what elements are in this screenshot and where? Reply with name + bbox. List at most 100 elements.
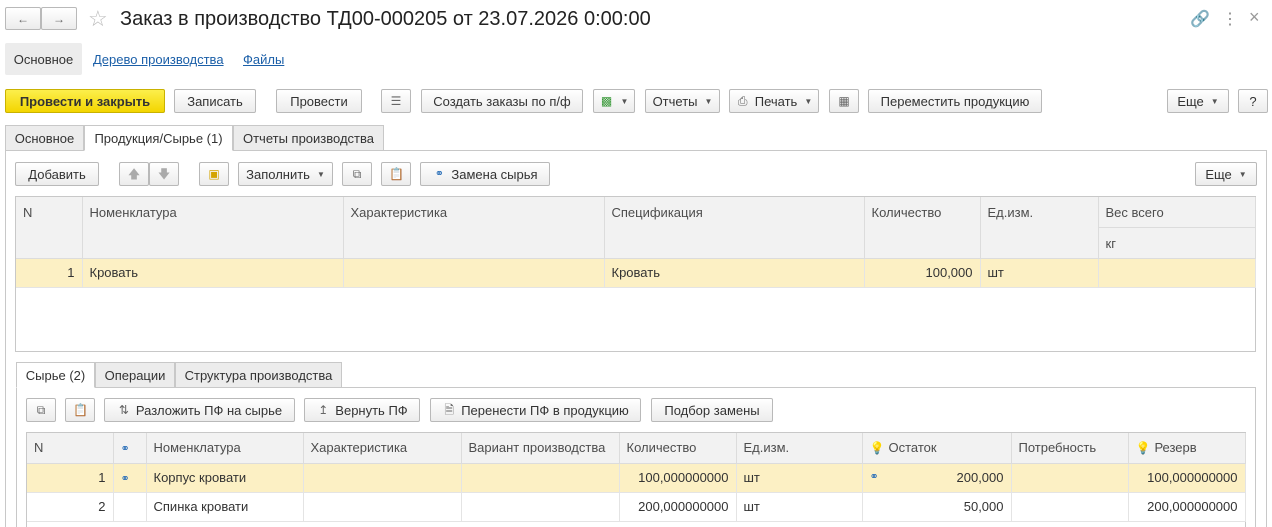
col-unit[interactable]: Ед.изм. [980, 197, 1099, 259]
create-based-on-button[interactable]: ▩ ▼ [593, 89, 635, 113]
row-item[interactable]: Кровать [82, 258, 344, 288]
sub-tab-structure[interactable]: Структура производства [175, 362, 342, 388]
fill-from-button[interactable]: ▣ [199, 162, 229, 186]
row-stock[interactable]: 50,000 [862, 492, 1012, 522]
link-icon[interactable]: 🔗 [1190, 9, 1210, 29]
sub-tab-structure-label: Структура производства [184, 367, 333, 383]
post-and-close-button[interactable]: Провести и закрыть [5, 89, 165, 113]
move-product-button[interactable]: Переместить продукцию [868, 89, 1042, 113]
sub-tab-operations[interactable]: Операции [95, 362, 175, 388]
col-reserve[interactable]: 💡 Резерв [1128, 433, 1246, 464]
col-quantity[interactable]: Количество [864, 197, 981, 259]
col-characteristic[interactable]: Характеристика [303, 433, 462, 464]
form-tab-reports[interactable]: Отчеты производства [233, 125, 384, 151]
move-up-button[interactable]: 🡅 [119, 162, 149, 186]
add-label: Добавить [28, 166, 86, 182]
page-title: Заказ в производство ТД00-000205 от 23.0… [120, 8, 651, 30]
back-button[interactable]: ← [5, 7, 41, 30]
row-number: 1 [27, 463, 114, 493]
fill-label: Заполнить [246, 166, 310, 182]
replace-raw-button[interactable]: ⚭ Замена сырья [420, 162, 550, 186]
add-button[interactable]: Добавить [15, 162, 99, 186]
row-reserve[interactable]: 100,000000000 [1128, 463, 1246, 493]
row-quantity[interactable]: 100,000000000 [619, 463, 737, 493]
col-weight[interactable]: Вес всего [1098, 197, 1256, 228]
table-row[interactable]: 2 Спинка кровати 200,000000000 шт 50,000… [27, 492, 1246, 522]
form-tab-products[interactable]: Продукция/Сырье (1) [84, 125, 233, 151]
row-variant[interactable] [461, 492, 620, 522]
row-item[interactable]: Корпус кровати [146, 463, 304, 493]
raw-paste-button[interactable]: 📋 [65, 398, 95, 422]
pick-replacement-label: Подбор замены [664, 402, 760, 418]
row-weight[interactable] [1098, 258, 1256, 288]
split-semi-button[interactable]: ⇅ Разложить ПФ на сырье [104, 398, 295, 422]
row-variant[interactable] [461, 463, 620, 493]
col-n[interactable]: N [16, 197, 83, 259]
copy-button[interactable]: ⧉ [342, 162, 372, 186]
create-orders-button[interactable]: Создать заказы по п/ф [421, 89, 583, 113]
col-n[interactable]: N [27, 433, 114, 464]
save-label: Записать [187, 93, 243, 109]
row-characteristic[interactable] [343, 258, 605, 288]
col-need[interactable]: Потребность [1011, 433, 1129, 464]
col-variant[interactable]: Вариант производства [461, 433, 620, 464]
row-specification[interactable]: Кровать [604, 258, 865, 288]
reports-button[interactable]: Отчеты ▼ [645, 89, 720, 113]
close-icon[interactable]: × [1249, 7, 1260, 28]
document-list-icon: ☰ [390, 94, 402, 108]
fill-button[interactable]: Заполнить ▼ [238, 162, 333, 186]
col-item[interactable]: Номенклатура [146, 433, 304, 464]
post-button[interactable]: Провести [276, 89, 362, 113]
row-item[interactable]: Спинка кровати [146, 492, 304, 522]
structure-button[interactable]: ▦ [829, 89, 859, 113]
forward-button[interactable]: → [41, 7, 77, 30]
row-stock[interactable]: ⚭ 200,000 [862, 463, 1012, 493]
print-button[interactable]: ⎙ Печать ▼ [729, 89, 819, 113]
paste-icon: 📋 [389, 167, 404, 181]
table-row[interactable]: 1 ⚭ Корпус кровати 100,000000000 шт ⚭ 200… [27, 463, 1246, 493]
row-quantity[interactable]: 200,000000000 [619, 492, 737, 522]
row-replace[interactable]: ⚭ [113, 463, 147, 493]
row-unit[interactable]: шт [736, 492, 863, 522]
col-replace[interactable]: ⚭ [113, 433, 147, 464]
save-button[interactable]: Записать [174, 89, 256, 113]
col-unit[interactable]: Ед.изм. [736, 433, 863, 464]
pick-replacement-button[interactable]: Подбор замены [651, 398, 773, 422]
form-tab-main[interactable]: Основное [5, 125, 84, 151]
document-list-button[interactable]: ☰ [381, 89, 411, 113]
table-row[interactable]: 1 Кровать Кровать 100,000 шт [16, 258, 1256, 288]
row-unit[interactable]: шт [980, 258, 1099, 288]
sub-tab-raw[interactable]: Сырье (2) [16, 362, 95, 388]
help-button[interactable]: ? [1238, 89, 1268, 113]
forward-arrow-icon: → [53, 11, 65, 26]
more-button[interactable]: Еще ▼ [1167, 89, 1229, 113]
move-down-button[interactable]: 🡇 [149, 162, 179, 186]
arrow-up-icon: 🡅 [127, 167, 141, 181]
nav-tab-files[interactable]: Файлы [243, 52, 284, 67]
paste-button[interactable]: 📋 [381, 162, 411, 186]
row-reserve[interactable]: 200,000000000 [1128, 492, 1246, 522]
more-vertical-icon[interactable]: ⋮ [1222, 9, 1238, 29]
col-characteristic[interactable]: Характеристика [343, 197, 605, 259]
nav-tab-main[interactable]: Основное [5, 43, 82, 75]
col-stock[interactable]: 💡 Остаток [862, 433, 1012, 464]
row-unit[interactable]: шт [736, 463, 863, 493]
row-need[interactable] [1011, 463, 1129, 493]
row-replace[interactable] [113, 492, 147, 522]
row-need[interactable] [1011, 492, 1129, 522]
star-icon[interactable]: ☆ [88, 6, 108, 32]
return-semi-button[interactable]: ↥ Вернуть ПФ [304, 398, 420, 422]
col-reserve-label: Резерв [1154, 440, 1197, 455]
col-quantity[interactable]: Количество [619, 433, 737, 464]
col-item[interactable]: Номенклатура [82, 197, 344, 259]
row-characteristic[interactable] [303, 492, 462, 522]
transfer-semi-button[interactable]: 🗎 Перенести ПФ в продукцию [430, 398, 641, 422]
raw-copy-button[interactable]: ⧉ [26, 398, 56, 422]
col-specification[interactable]: Спецификация [604, 197, 865, 259]
product-more-button[interactable]: Еще ▼ [1195, 162, 1257, 186]
structure-icon: ▦ [838, 94, 850, 108]
return-icon: ↥ [318, 403, 329, 417]
row-characteristic[interactable] [303, 463, 462, 493]
nav-tab-tree[interactable]: Дерево производства [93, 52, 224, 67]
row-quantity[interactable]: 100,000 [864, 258, 981, 288]
